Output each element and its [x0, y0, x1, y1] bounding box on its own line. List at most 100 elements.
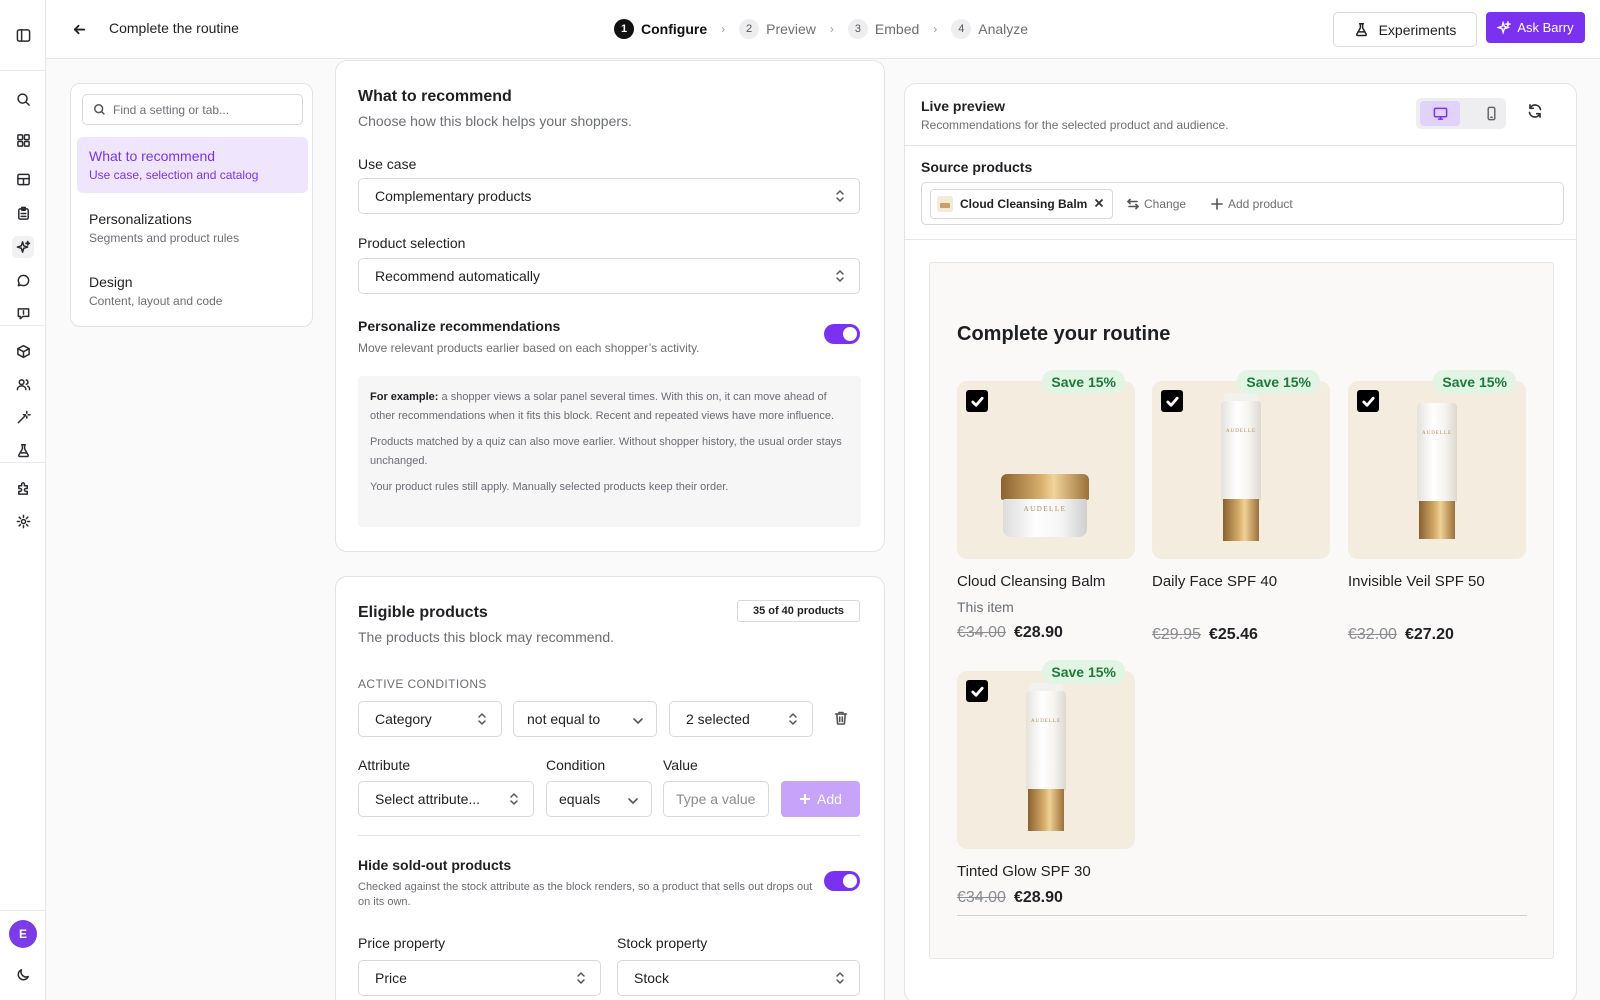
stock-property-select[interactable]: Stock [617, 960, 860, 996]
check-icon [1361, 396, 1375, 407]
live-preview-subtitle: Recommendations for the selected product… [921, 118, 1229, 132]
condition-operator-select[interactable]: not equal to [513, 701, 657, 737]
live-preview-header: Live preview Recommendations for the sel… [905, 84, 1576, 146]
hide-soldout-toggle[interactable] [824, 871, 860, 891]
nav-item-subtitle: Segments and product rules [89, 231, 240, 245]
condition-field-value: Category [375, 711, 432, 727]
attribute-select-value: Select attribute... [375, 791, 481, 807]
personalize-toggle[interactable] [824, 324, 860, 344]
settings-search[interactable] [82, 94, 303, 125]
nav-item-personalizations[interactable]: Personalizations Segments and product ru… [77, 200, 308, 256]
message-icon[interactable] [12, 302, 34, 324]
chip-label: Cloud Cleansing Balm [960, 197, 1088, 211]
product-prices: €34.00 €28.90 [957, 624, 1135, 642]
step-embed[interactable]: 3 Embed [847, 19, 919, 39]
product-card[interactable]: Save 15% AUDELLE Daily Face SPF 40 €29.9… [1152, 370, 1330, 644]
rail-divider [0, 910, 46, 911]
condition-field-select[interactable]: Category [358, 701, 502, 737]
use-case-select[interactable]: Complementary products [358, 178, 860, 214]
desktop-view-button[interactable] [1420, 101, 1460, 126]
refresh-icon[interactable] [1527, 103, 1547, 123]
nav-item-design[interactable]: Design Content, layout and code [77, 263, 308, 319]
product-name: Invisible Veil SPF 50 [1348, 573, 1485, 590]
product-selection-value: Recommend automatically [375, 268, 540, 284]
search-icon[interactable] [12, 88, 34, 110]
step-analyze[interactable]: 4 Analyze [951, 19, 1028, 39]
experiments-button[interactable]: Experiments [1333, 12, 1477, 47]
product-checkbox[interactable] [966, 680, 988, 702]
live-preview-title: Live preview [921, 98, 1006, 114]
condition-value-select[interactable]: 2 selected [669, 701, 813, 737]
chevron-down-icon [632, 714, 644, 730]
add-label: Add [817, 791, 842, 807]
tube-image: AUDELLE [1026, 683, 1066, 831]
product-card[interactable]: Save 15% AUDELLE Tinted Glow SPF 30 €34.… [957, 660, 1135, 907]
step-preview[interactable]: 2 Preview [739, 19, 816, 39]
magic-wand-icon[interactable] [12, 406, 34, 428]
value-input[interactable] [663, 781, 769, 817]
nav-item-what-to-recommend[interactable]: What to recommend Use case, selection an… [77, 137, 308, 193]
brand-mark: AUDELLE [1225, 429, 1257, 434]
hide-soldout-description: Checked against the stock attribute as t… [358, 881, 813, 908]
add-condition-button[interactable]: Add [781, 781, 860, 817]
delete-condition-icon[interactable] [833, 710, 851, 728]
nav-item-subtitle: Content, layout and code [89, 294, 223, 308]
rail-divider [0, 70, 46, 71]
condition-select[interactable]: equals [546, 781, 652, 817]
icon-rail: E [0, 0, 46, 1000]
sparkles-icon[interactable] [12, 236, 34, 258]
change-source-button[interactable]: Change [1127, 197, 1186, 211]
product-card[interactable]: Save 15% AUDELLE Cloud Cleansing Balm Th… [957, 370, 1135, 642]
product-card[interactable]: Save 15% AUDELLE Invisible Veil SPF 50 €… [1348, 370, 1526, 644]
step-configure[interactable]: 1 Configure [614, 19, 707, 39]
layout-icon[interactable] [12, 168, 34, 190]
chevron-right-icon: › [721, 22, 726, 36]
rail-divider [0, 325, 46, 326]
product-image: AUDELLE [1348, 381, 1526, 559]
product-image: AUDELLE [957, 671, 1135, 849]
divider [358, 835, 860, 836]
sidebar-toggle-icon[interactable] [12, 24, 34, 46]
clipboard-icon[interactable] [12, 202, 34, 224]
chevron-updown-icon [835, 971, 845, 985]
chat-icon[interactable] [12, 269, 34, 291]
ask-barry-button[interactable]: Ask Barry [1486, 12, 1585, 43]
step-label: Analyze [978, 21, 1029, 37]
settings-nav: What to recommend Use case, selection an… [70, 83, 313, 327]
product-checkbox[interactable] [1357, 390, 1379, 412]
section-subtitle: The products this block may recommend. [358, 629, 614, 645]
price-property-select[interactable]: Price [358, 960, 601, 996]
gear-icon[interactable] [12, 510, 34, 532]
smartphone-icon [1486, 106, 1496, 121]
moon-icon[interactable] [12, 963, 34, 985]
step-number: 3 [847, 19, 868, 39]
users-icon[interactable] [12, 373, 34, 395]
step-number: 4 [951, 19, 972, 39]
info-paragraph: a shopper views a solar panel several ti… [370, 391, 835, 422]
step-label: Preview [766, 21, 816, 37]
widget-title: Complete your routine [957, 323, 1171, 345]
save-badge: Save 15% [1237, 370, 1320, 394]
price-property-label: Price property [358, 935, 446, 951]
mobile-view-button[interactable] [1471, 101, 1511, 126]
product-thumbnail [937, 196, 953, 212]
dashboard-icon[interactable] [12, 129, 34, 151]
flask-icon[interactable] [12, 439, 34, 461]
chevron-updown-icon [477, 712, 487, 726]
price: €27.20 [1404, 626, 1454, 643]
info-paragraph: Your product rules still apply. Manually… [370, 481, 729, 493]
price-property-value: Price [375, 970, 407, 986]
add-product-button[interactable]: Add product [1211, 197, 1293, 211]
chevron-updown-icon [788, 712, 798, 726]
close-icon[interactable] [1094, 197, 1104, 211]
puzzle-icon[interactable] [12, 477, 34, 499]
product-checkbox[interactable] [1161, 390, 1183, 412]
product-selection-select[interactable]: Recommend automatically [358, 258, 860, 294]
source-product-chip[interactable]: Cloud Cleansing Balm [930, 189, 1114, 219]
attribute-select[interactable]: Select attribute... [358, 781, 534, 817]
settings-search-input[interactable] [113, 102, 293, 117]
avatar[interactable]: E [9, 920, 37, 948]
cube-icon[interactable] [12, 340, 34, 362]
back-arrow-icon[interactable] [68, 18, 90, 40]
product-checkbox[interactable] [966, 390, 988, 412]
